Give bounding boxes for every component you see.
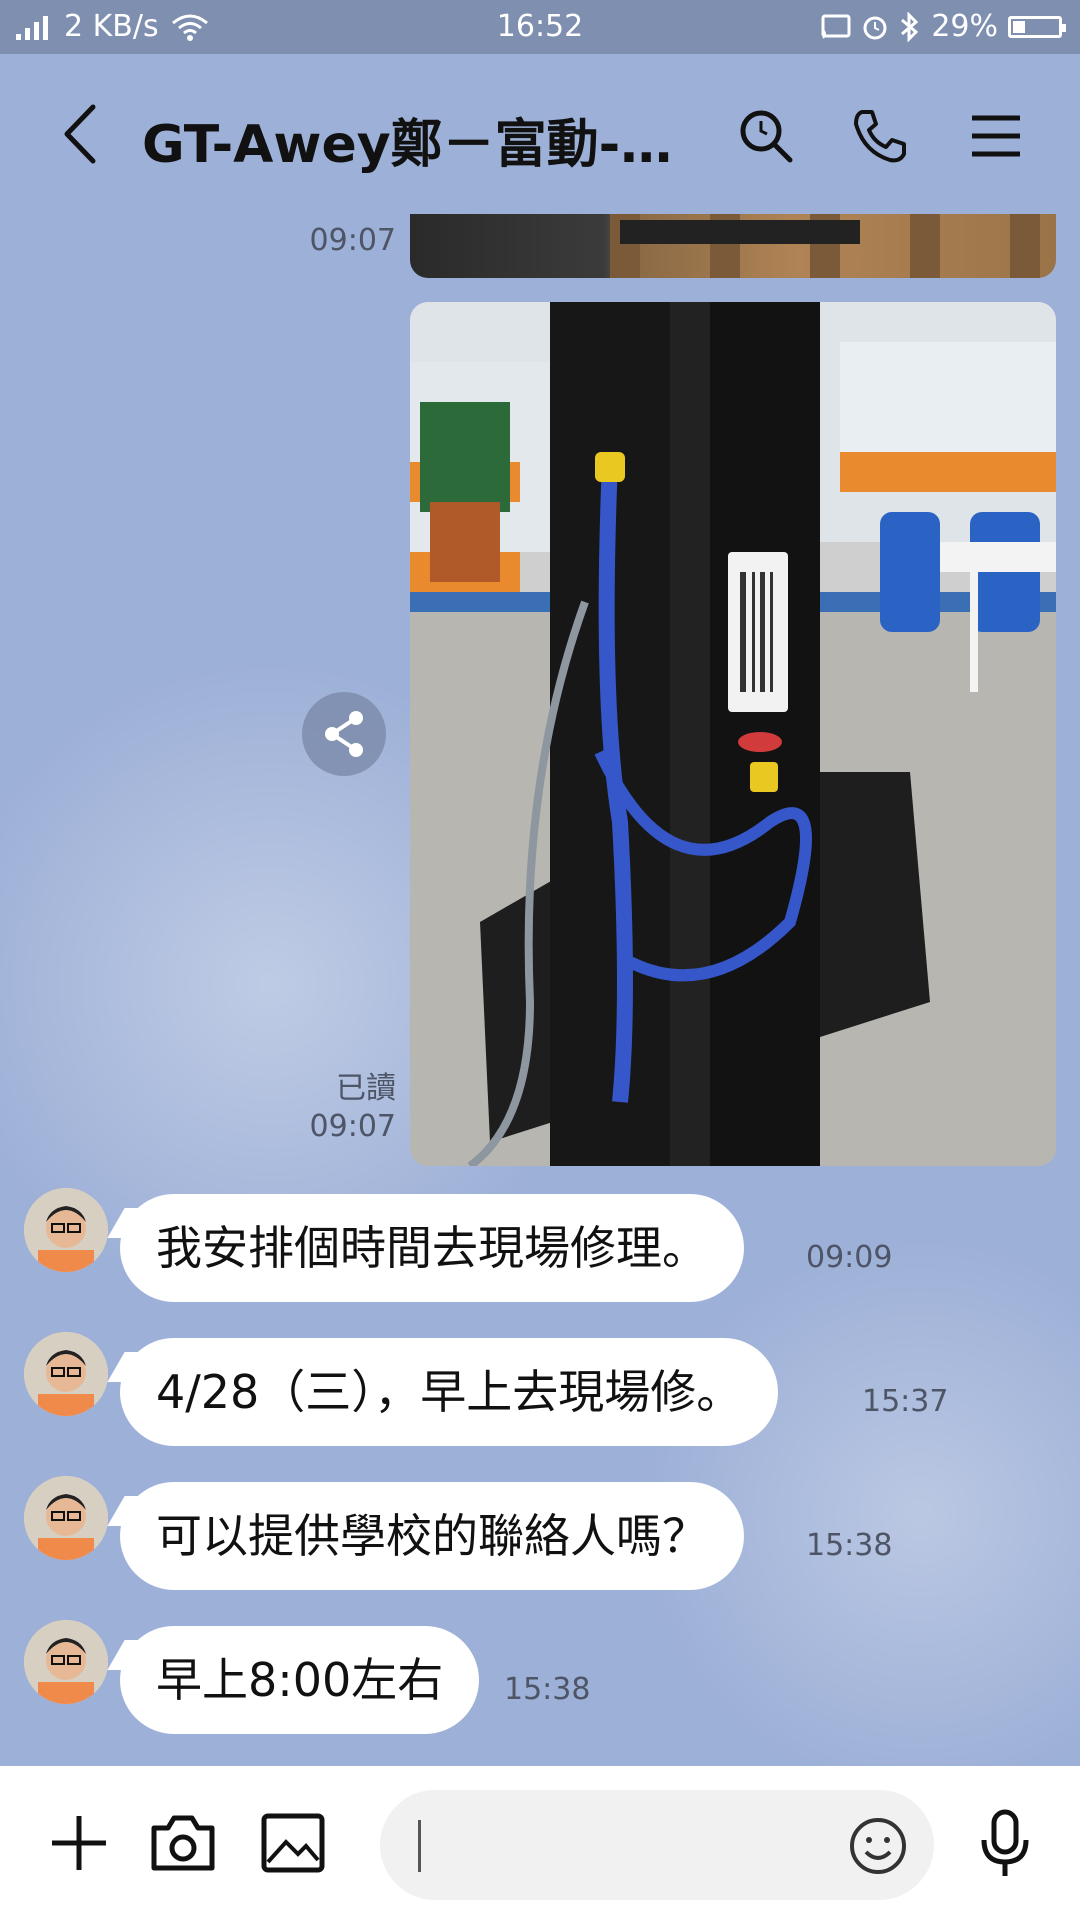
- read-receipt: 已讀 09:07: [280, 1070, 396, 1146]
- message-time: 15:38: [504, 1672, 591, 1707]
- battery-icon: [1008, 15, 1066, 38]
- menu-icon[interactable]: [964, 104, 1028, 168]
- message-time: 09:09: [806, 1240, 893, 1275]
- photo-message[interactable]: [410, 214, 1056, 278]
- message-bubble[interactable]: 可以提供學校的聯絡人嗎？: [120, 1482, 744, 1590]
- bluetooth-icon: [901, 11, 919, 42]
- read-receipt: 09:07: [280, 222, 396, 260]
- message-input-bar: [0, 1766, 1080, 1920]
- share-icon: [325, 711, 363, 757]
- message-bubble[interactable]: 4/28（三），早上去現場修。: [120, 1338, 779, 1446]
- read-time: 09:07: [309, 1109, 396, 1144]
- list-item: 我安排個時間去現場修理。 09:09: [0, 1188, 1080, 1308]
- share-button[interactable]: [302, 692, 386, 776]
- list-item: 4/28（三），早上去現場修。 15:37: [0, 1332, 1080, 1452]
- text-cursor: [418, 1820, 421, 1872]
- read-label: 已讀: [336, 1071, 396, 1106]
- message-bubble[interactable]: 早上8:00左右: [120, 1626, 480, 1734]
- avatar[interactable]: [24, 1332, 108, 1416]
- phone-icon[interactable]: [848, 104, 912, 168]
- list-item: 早上8:00左右 15:38: [0, 1620, 1080, 1740]
- avatar[interactable]: [24, 1476, 108, 1560]
- status-bar: 2 KB/s 16:52 29%: [0, 0, 1080, 54]
- chat-title[interactable]: GT-Awey鄭－富動-電...: [142, 102, 682, 177]
- avatar[interactable]: [24, 1188, 108, 1272]
- search-icon[interactable]: [734, 104, 798, 168]
- back-arrow-icon[interactable]: [55, 99, 105, 169]
- message-time: 15:38: [806, 1528, 893, 1563]
- chat-header: GT-Awey鄭－富動-電...: [0, 54, 1080, 214]
- message-time: 15:37: [862, 1384, 949, 1419]
- alarm-icon: [863, 16, 887, 39]
- read-time: 09:07: [309, 223, 396, 258]
- emoji-icon[interactable]: [846, 1814, 910, 1878]
- battery-percent: 29%: [931, 9, 998, 44]
- cast-icon: [821, 14, 851, 39]
- message-text-field[interactable]: [428, 1810, 812, 1882]
- chat-area[interactable]: 09:07 已讀 09:07 我安排個時間去現場修理。 09:09 4/28（三…: [0, 214, 1080, 1766]
- photo-message[interactable]: [410, 302, 1056, 1166]
- avatar[interactable]: [24, 1620, 108, 1704]
- list-item: 可以提供學校的聯絡人嗎？ 15:38: [0, 1476, 1080, 1596]
- microphone-icon[interactable]: [968, 1806, 1042, 1880]
- message-bubble[interactable]: 我安排個時間去現場修理。: [120, 1194, 744, 1302]
- camera-icon[interactable]: [146, 1806, 220, 1880]
- message-input[interactable]: [380, 1790, 934, 1900]
- image-icon[interactable]: [256, 1806, 330, 1880]
- plus-icon[interactable]: [42, 1806, 116, 1880]
